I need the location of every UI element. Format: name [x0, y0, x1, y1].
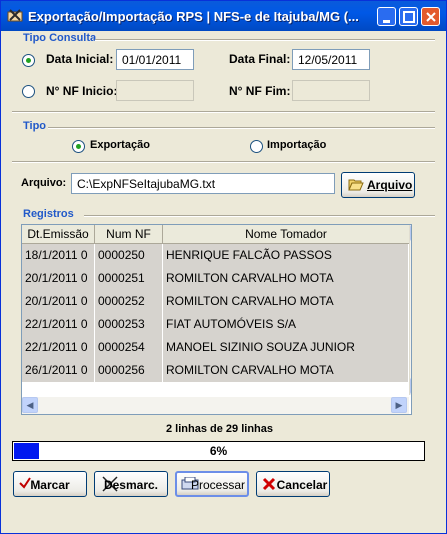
divider [95, 39, 435, 41]
maximize-icon [403, 11, 415, 23]
table-row[interactable]: 26/1/2011 0 0000256 ROMILTON CARVALHO MOTA [22, 359, 409, 383]
minimize-icon [383, 20, 390, 23]
registros-label: Registros [23, 208, 74, 220]
table-row[interactable]: 20/1/2011 0 0000252 ROMILTON CARVALHO MOTA [22, 290, 409, 314]
table-cell: MANOEL SIZINIO SOUZA JUNIOR [163, 336, 409, 359]
arquivo-input[interactable]: C:\ExpNFSeItajubaMG.txt [71, 173, 335, 194]
close-icon [426, 12, 436, 22]
table-cell: 0000253 [95, 313, 163, 336]
exportacao-label: Exportação [90, 139, 150, 151]
table-cell: ROMILTON CARVALHO MOTA [163, 267, 409, 290]
table-cell: 0000256 [95, 359, 163, 382]
scroll-right-icon[interactable]: ▶ [391, 397, 407, 413]
table-cell: 18/1/2011 0 [22, 244, 95, 267]
desmarcar-label: Desmarc. [103, 478, 159, 492]
window-title: Exportação/Importação RPS | NFS-e de Ita… [28, 9, 359, 24]
nf-inicio-label: N° NF Inicio: [46, 84, 118, 98]
lines-count: 2 linhas de 29 linhas [166, 423, 273, 435]
scroll-left-icon[interactable]: ◀ [22, 397, 38, 413]
table-row[interactable]: 20/1/2011 0 0000251 ROMILTON CARVALHO MOTA [22, 267, 409, 291]
table-cell: 0000250 [95, 244, 163, 267]
table-cell: ROMILTON CARVALHO MOTA [163, 359, 409, 382]
cancelar-button[interactable]: Cancelar [256, 471, 330, 497]
table-cell: 20/1/2011 0 [22, 290, 95, 313]
nf-fim-input[interactable] [292, 80, 370, 101]
minimize-button[interactable] [377, 7, 396, 26]
close-button[interactable] [421, 7, 440, 26]
data-final-input[interactable]: 12/05/2011 [292, 49, 370, 70]
marcar-label: Marcar [30, 478, 70, 492]
table-row[interactable]: 22/1/2011 0 0000254 MANOEL SIZINIO SOUZA J… [22, 336, 409, 360]
scroll-up-icon[interactable]: ▲ [410, 225, 411, 241]
importacao-label: Importação [267, 139, 327, 151]
cancelar-label: Cancelar [276, 478, 328, 492]
table-cell: 0000251 [95, 267, 163, 290]
maximize-button[interactable] [399, 7, 418, 26]
table-cell: HENRIQUE FALCÃO PASSOS [163, 244, 409, 267]
nf-fim-label: N° NF Fim: [229, 84, 291, 98]
table-cell: 26/1/2011 0 [22, 359, 95, 382]
divider [12, 111, 435, 113]
table-cell: ROMILTON CARVALHO MOTA [163, 290, 409, 313]
arquivo-button-label: Arquivo [367, 178, 413, 192]
horizontal-scrollbar[interactable]: ◀ ▶ [22, 397, 409, 414]
table-cell: 0000254 [95, 336, 163, 359]
table-row[interactable]: 22/1/2011 0 0000253 FIAT AUTOMÓVEIS S/A [22, 313, 409, 337]
data-inicial-label: Data Inicial: [46, 52, 114, 66]
column-header[interactable]: Dt.Emissão [22, 225, 95, 243]
data-final-label: Data Final: [229, 52, 291, 66]
data-inicial-input[interactable]: 01/01/2011 [116, 49, 194, 70]
nf-inicio-input[interactable] [116, 80, 194, 101]
registros-grid[interactable]: Dt.Emissão Num NF Nome Tomador 18/1/2011… [21, 224, 412, 415]
table-cell: FIAT AUTOMÓVEIS S/A [163, 313, 409, 336]
table-cell: 0000252 [95, 290, 163, 313]
divider [48, 127, 435, 129]
radio-nf[interactable] [22, 85, 35, 98]
divider [12, 161, 435, 163]
table-cell: 22/1/2011 0 [22, 336, 95, 359]
table-cell: 20/1/2011 0 [22, 267, 95, 290]
processar-label: Processar [190, 478, 246, 492]
main-window: Exportação/Importação RPS | NFS-e de Ita… [0, 0, 447, 534]
window-client: Tipo Consulta Data Inicial: 01/01/2011 D… [4, 31, 443, 530]
column-header[interactable]: Num NF [95, 225, 163, 243]
radio-data[interactable] [22, 54, 35, 67]
marcar-button[interactable]: Marcar [13, 471, 87, 497]
folder-open-icon [348, 179, 364, 191]
desmarcar-button[interactable]: Desmarc. [94, 471, 168, 497]
scroll-down-icon[interactable]: ▼ [410, 378, 411, 394]
title-bar[interactable]: Exportação/Importação RPS | NFS-e de Ita… [1, 1, 446, 31]
tipo-consulta-label: Tipo Consulta [23, 32, 97, 44]
column-header[interactable]: Nome Tomador [163, 225, 410, 243]
processar-button[interactable]: Processar [175, 471, 249, 497]
table-row[interactable]: 18/1/2011 0 0000250 HENRIQUE FALCÃO PASSOS [22, 244, 409, 268]
table-cell: 22/1/2011 0 [22, 313, 95, 336]
grid-header: Dt.Emissão Num NF Nome Tomador [22, 225, 411, 244]
radio-exportacao[interactable] [72, 140, 85, 153]
divider [84, 215, 435, 217]
tipo-label: Tipo [23, 120, 47, 132]
progress-text: 6% [209, 444, 228, 458]
arquivo-label: Arquivo: [21, 177, 67, 189]
radio-importacao[interactable] [250, 140, 263, 153]
app-icon [7, 9, 23, 22]
scroll-thumb[interactable] [411, 242, 412, 268]
vertical-scrollbar[interactable]: ▲ ▼ [409, 225, 412, 395]
progress-bar: 6% [12, 441, 425, 461]
arquivo-button[interactable]: Arquivo [341, 172, 415, 198]
